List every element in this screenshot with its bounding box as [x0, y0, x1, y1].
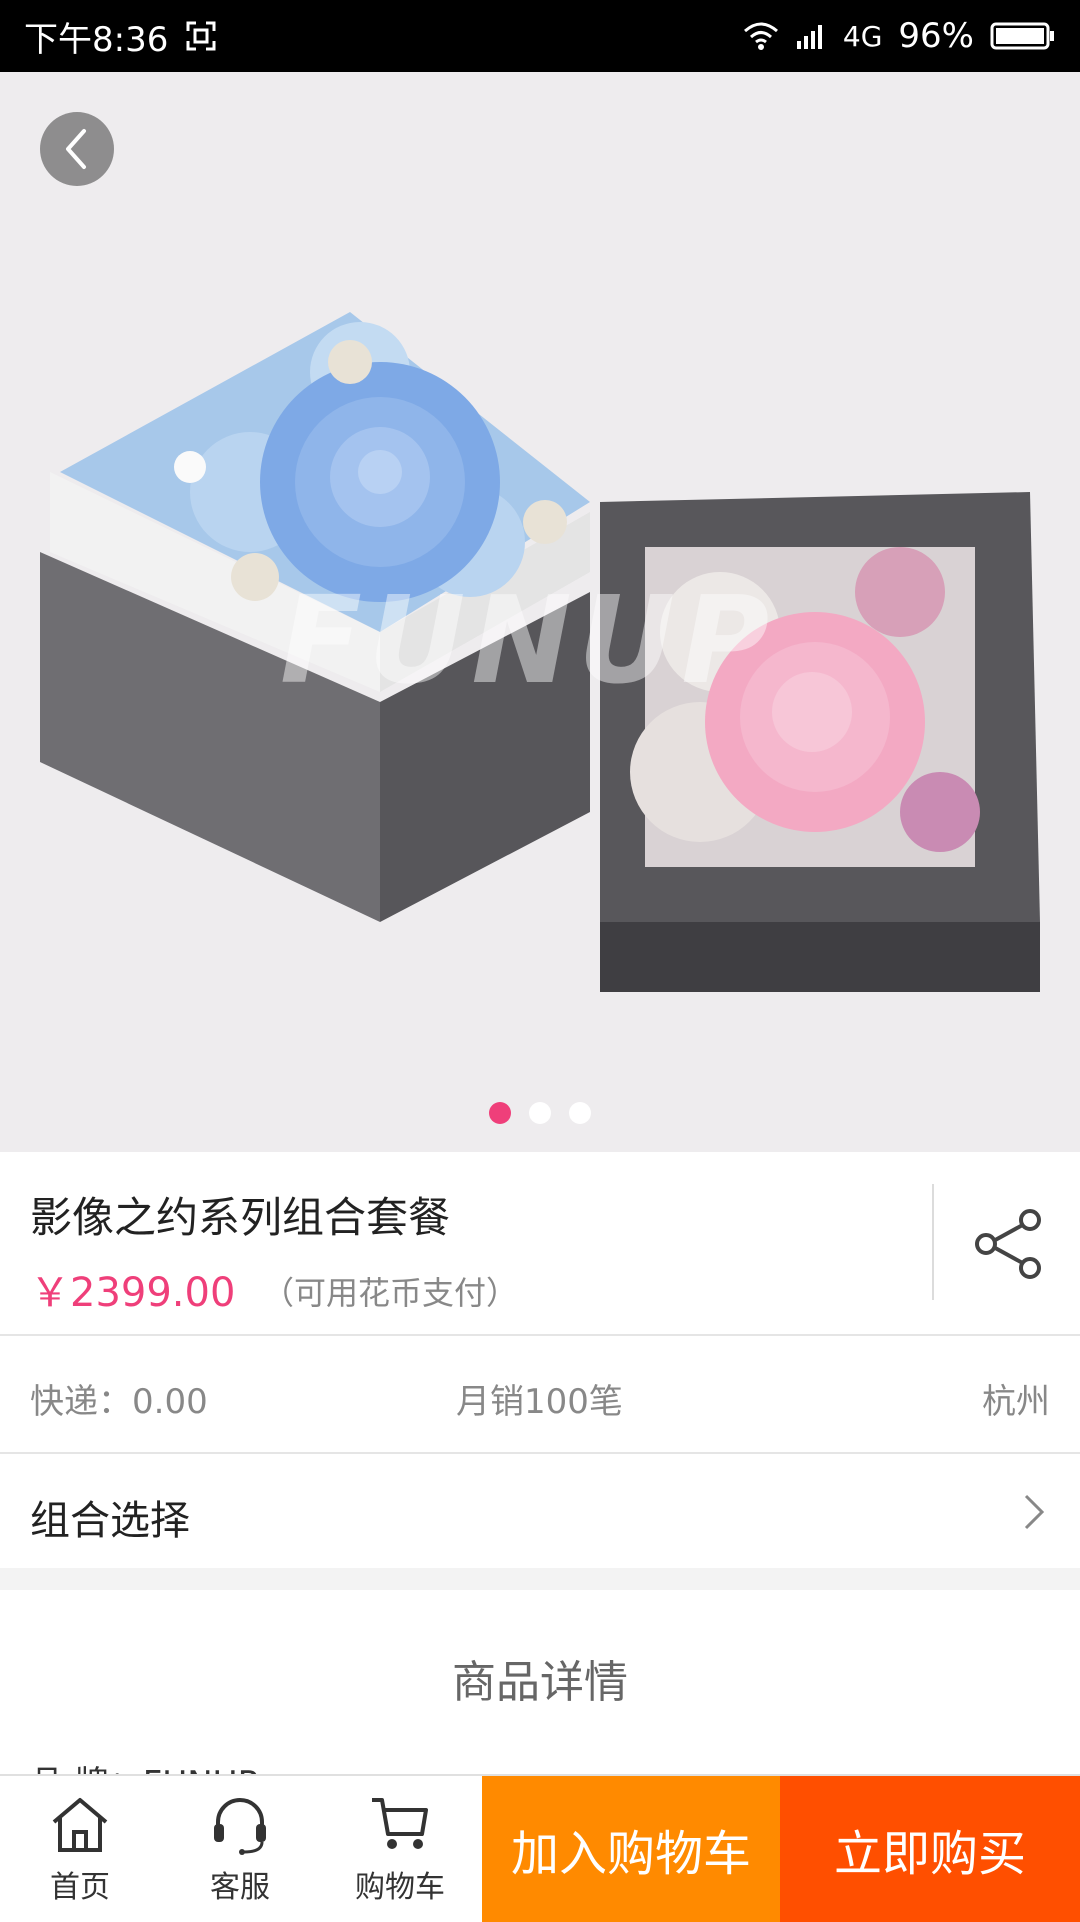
back-button[interactable] — [40, 112, 114, 186]
ship-location: 杭州 — [982, 1382, 1050, 1422]
product-image-carousel[interactable]: FUNUP — [0, 72, 1080, 1152]
buy-now-button[interactable]: 立即购买 — [780, 1776, 1080, 1922]
status-right: 4G 96% — [743, 16, 1056, 56]
share-button[interactable] — [966, 1202, 1050, 1286]
tab-cart[interactable]: 购物车 — [320, 1776, 480, 1922]
carousel-dot[interactable] — [489, 1102, 511, 1124]
product-price: ￥2399.00 — [30, 1270, 236, 1316]
status-bar: 下午8:36 4G 96% — [0, 0, 1080, 72]
bottom-action-bar: 首页 客服 购物车 加入购物车 立即购买 — [0, 1774, 1080, 1922]
product-title: 影像之约系列组合套餐 — [30, 1193, 451, 1242]
tab-service[interactable]: 客服 — [160, 1776, 320, 1922]
tab-cart-label: 购物车 — [355, 1870, 445, 1905]
network-type: 4G — [842, 19, 883, 53]
tab-home[interactable]: 首页 — [0, 1776, 160, 1922]
section-gap — [0, 1568, 1080, 1590]
battery-percent: 96% — [898, 16, 974, 56]
chevron-right-icon — [1024, 1494, 1045, 1530]
carousel-dot[interactable] — [569, 1102, 591, 1124]
carousel-dot[interactable] — [529, 1102, 551, 1124]
monthly-sales: 月销100笔 — [456, 1382, 623, 1422]
add-to-cart-button[interactable]: 加入购物车 — [482, 1776, 780, 1922]
shipping-fee: 快递：0.00 — [30, 1382, 208, 1422]
screenshot-icon — [186, 21, 216, 51]
status-left: 下午8:36 — [24, 12, 218, 61]
home-icon — [52, 1798, 108, 1852]
wifi-icon — [743, 22, 778, 50]
tab-service-label: 客服 — [210, 1870, 270, 1905]
product-info: 影像之约系列组合套餐 ￥2399.00 （可用花币支付） — [0, 1152, 1080, 1336]
share-icon — [975, 1209, 1041, 1279]
headset-icon — [214, 1798, 266, 1855]
divider — [932, 1184, 934, 1300]
tab-home-label: 首页 — [50, 1870, 110, 1905]
battery-icon — [990, 22, 1054, 50]
shipping-sales-location-row: 快递：0.00 月销100笔 杭州 — [0, 1336, 1080, 1454]
combo-select-row[interactable]: 组合选择 — [0, 1454, 1080, 1568]
status-time: 下午8:36 — [24, 19, 169, 60]
signal-icon — [796, 25, 822, 49]
cart-icon — [372, 1798, 428, 1849]
details-title: 商品详情 — [452, 1657, 628, 1708]
carousel-indicator — [0, 1102, 1080, 1124]
payment-note: （可用花币支付） — [262, 1274, 519, 1312]
combo-select-label: 组合选择 — [30, 1498, 190, 1544]
chevron-left-icon — [66, 129, 86, 169]
image-watermark: FUNUP — [280, 572, 776, 711]
